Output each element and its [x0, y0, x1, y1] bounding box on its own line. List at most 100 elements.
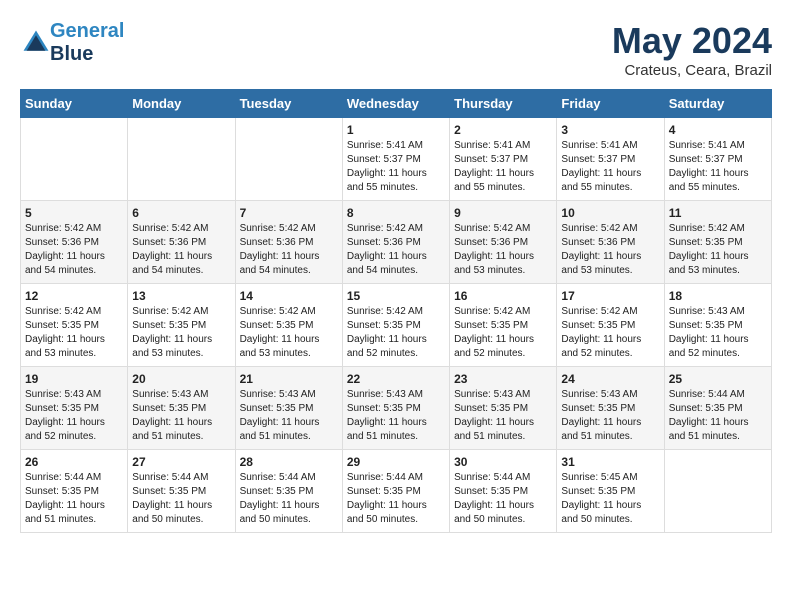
empty-cell	[21, 118, 128, 201]
calendar-week-row: 26 Sunrise: 5:44 AM Sunset: 5:35 PM Dayli…	[21, 450, 772, 533]
day-info: Sunrise: 5:43 AM Sunset: 5:35 PM Dayligh…	[561, 388, 659, 444]
calendar-day-26: 26 Sunrise: 5:44 AM Sunset: 5:35 PM Dayli…	[21, 450, 128, 533]
empty-cell	[128, 118, 235, 201]
day-info: Sunrise: 5:41 AM Sunset: 5:37 PM Dayligh…	[561, 139, 659, 195]
location: Crateus, Ceara, Brazil	[612, 62, 772, 79]
calendar-day-15: 15Sunrise: 5:42 AM Sunset: 5:35 PM Dayli…	[342, 284, 449, 367]
day-info: Sunrise: 5:41 AM Sunset: 5:37 PM Dayligh…	[454, 139, 552, 195]
logo-icon	[22, 29, 50, 57]
day-info: Sunrise: 5:42 AM Sunset: 5:36 PM Dayligh…	[561, 222, 659, 278]
title-block: May 2024 Crateus, Ceara, Brazil	[612, 20, 772, 79]
day-number: 17	[561, 289, 659, 303]
calendar-day-19: 19 Sunrise: 5:43 AM Sunset: 5:35 PM Dayli…	[21, 367, 128, 450]
calendar-table: SundayMondayTuesdayWednesdayThursdayFrid…	[20, 89, 772, 533]
day-info: Sunrise: 5:41 AM Sunset: 5:37 PM Dayligh…	[347, 139, 445, 195]
day-number: 16	[454, 289, 552, 303]
calendar-day-6: 6 Sunrise: 5:42 AM Sunset: 5:36 PM Daylig…	[128, 201, 235, 284]
calendar-day-23: 23Sunrise: 5:43 AM Sunset: 5:35 PM Dayli…	[450, 367, 557, 450]
day-number: 24	[561, 372, 659, 386]
calendar-day-9: 9 Sunrise: 5:42 AM Sunset: 5:36 PM Daylig…	[450, 201, 557, 284]
calendar-day-18: 18 Sunrise: 5:43 AM Sunset: 5:35 PM Dayli…	[664, 284, 771, 367]
day-info: Sunrise: 5:42 AM Sunset: 5:36 PM Dayligh…	[454, 222, 552, 278]
day-number: 9	[454, 206, 552, 220]
day-number: 2	[454, 123, 552, 137]
day-info: Sunrise: 5:42 AM Sunset: 5:35 PM Dayligh…	[132, 305, 230, 361]
logo: General Blue	[20, 20, 124, 66]
day-info: Sunrise: 5:44 AM Sunset: 5:35 PM Dayligh…	[132, 471, 230, 527]
calendar-day-2: 2 Sunrise: 5:41 AM Sunset: 5:37 PM Daylig…	[450, 118, 557, 201]
calendar-day-13: 13Sunrise: 5:42 AM Sunset: 5:35 PM Dayli…	[128, 284, 235, 367]
day-info: Sunrise: 5:42 AM Sunset: 5:35 PM Dayligh…	[669, 222, 767, 278]
calendar-week-row: 1 Sunrise: 5:41 AM Sunset: 5:37 PM Daylig…	[21, 118, 772, 201]
header-saturday: Saturday	[664, 90, 771, 118]
calendar-day-17: 17 Sunrise: 5:42 AM Sunset: 5:35 PM Dayli…	[557, 284, 664, 367]
day-number: 25	[669, 372, 767, 386]
day-number: 3	[561, 123, 659, 137]
day-info: Sunrise: 5:43 AM Sunset: 5:35 PM Dayligh…	[669, 305, 767, 361]
calendar-week-row: 5Sunrise: 5:42 AM Sunset: 5:36 PM Daylig…	[21, 201, 772, 284]
calendar-day-1: 1 Sunrise: 5:41 AM Sunset: 5:37 PM Daylig…	[342, 118, 449, 201]
calendar-day-16: 16 Sunrise: 5:42 AM Sunset: 5:35 PM Dayli…	[450, 284, 557, 367]
day-info: Sunrise: 5:44 AM Sunset: 5:35 PM Dayligh…	[240, 471, 338, 527]
day-number: 27	[132, 455, 230, 469]
day-number: 18	[669, 289, 767, 303]
header-wednesday: Wednesday	[342, 90, 449, 118]
calendar-day-22: 22 Sunrise: 5:43 AM Sunset: 5:35 PM Dayli…	[342, 367, 449, 450]
day-info: Sunrise: 5:43 AM Sunset: 5:35 PM Dayligh…	[25, 388, 123, 444]
day-info: Sunrise: 5:42 AM Sunset: 5:36 PM Dayligh…	[240, 222, 338, 278]
day-number: 12	[25, 289, 123, 303]
day-info: Sunrise: 5:44 AM Sunset: 5:35 PM Dayligh…	[454, 471, 552, 527]
logo-text-line2: Blue	[50, 43, 124, 66]
header-thursday: Thursday	[450, 90, 557, 118]
day-number: 22	[347, 372, 445, 386]
month-title: May 2024	[612, 20, 772, 62]
day-number: 14	[240, 289, 338, 303]
day-number: 21	[240, 372, 338, 386]
empty-cell	[235, 118, 342, 201]
day-number: 10	[561, 206, 659, 220]
calendar-day-4: 4Sunrise: 5:41 AM Sunset: 5:37 PM Daylig…	[664, 118, 771, 201]
day-info: Sunrise: 5:42 AM Sunset: 5:36 PM Dayligh…	[347, 222, 445, 278]
day-info: Sunrise: 5:45 AM Sunset: 5:35 PM Dayligh…	[561, 471, 659, 527]
day-info: Sunrise: 5:44 AM Sunset: 5:35 PM Dayligh…	[25, 471, 123, 527]
calendar-week-row: 12 Sunrise: 5:42 AM Sunset: 5:35 PM Dayli…	[21, 284, 772, 367]
day-number: 7	[240, 206, 338, 220]
calendar-day-31: 31Sunrise: 5:45 AM Sunset: 5:35 PM Dayli…	[557, 450, 664, 533]
day-number: 19	[25, 372, 123, 386]
calendar-day-3: 3 Sunrise: 5:41 AM Sunset: 5:37 PM Daylig…	[557, 118, 664, 201]
calendar-week-row: 19 Sunrise: 5:43 AM Sunset: 5:35 PM Dayli…	[21, 367, 772, 450]
day-number: 28	[240, 455, 338, 469]
day-number: 1	[347, 123, 445, 137]
day-info: Sunrise: 5:42 AM Sunset: 5:36 PM Dayligh…	[25, 222, 123, 278]
logo-text-line1: General	[50, 20, 124, 43]
day-number: 20	[132, 372, 230, 386]
day-number: 29	[347, 455, 445, 469]
calendar-day-14: 14Sunrise: 5:42 AM Sunset: 5:35 PM Dayli…	[235, 284, 342, 367]
calendar-day-25: 25Sunrise: 5:44 AM Sunset: 5:35 PM Dayli…	[664, 367, 771, 450]
calendar-day-20: 20Sunrise: 5:43 AM Sunset: 5:35 PM Dayli…	[128, 367, 235, 450]
header-friday: Friday	[557, 90, 664, 118]
day-number: 30	[454, 455, 552, 469]
header-tuesday: Tuesday	[235, 90, 342, 118]
day-number: 8	[347, 206, 445, 220]
day-number: 11	[669, 206, 767, 220]
day-number: 6	[132, 206, 230, 220]
day-number: 26	[25, 455, 123, 469]
day-info: Sunrise: 5:43 AM Sunset: 5:35 PM Dayligh…	[347, 388, 445, 444]
day-info: Sunrise: 5:42 AM Sunset: 5:35 PM Dayligh…	[454, 305, 552, 361]
calendar-day-10: 10 Sunrise: 5:42 AM Sunset: 5:36 PM Dayli…	[557, 201, 664, 284]
day-info: Sunrise: 5:42 AM Sunset: 5:35 PM Dayligh…	[347, 305, 445, 361]
calendar-day-28: 28 Sunrise: 5:44 AM Sunset: 5:35 PM Dayli…	[235, 450, 342, 533]
calendar-day-11: 11 Sunrise: 5:42 AM Sunset: 5:35 PM Dayli…	[664, 201, 771, 284]
calendar-day-30: 30 Sunrise: 5:44 AM Sunset: 5:35 PM Dayli…	[450, 450, 557, 533]
calendar-day-12: 12Sunrise: 5:42 AM Sunset: 5:35 PM Dayli…	[21, 284, 128, 367]
calendar-day-5: 5Sunrise: 5:42 AM Sunset: 5:36 PM Daylig…	[21, 201, 128, 284]
day-number: 23	[454, 372, 552, 386]
day-info: Sunrise: 5:42 AM Sunset: 5:36 PM Dayligh…	[132, 222, 230, 278]
calendar-day-7: 7 Sunrise: 5:42 AM Sunset: 5:36 PM Daylig…	[235, 201, 342, 284]
calendar-day-27: 27 Sunrise: 5:44 AM Sunset: 5:35 PM Dayli…	[128, 450, 235, 533]
day-info: Sunrise: 5:43 AM Sunset: 5:35 PM Dayligh…	[240, 388, 338, 444]
header-sunday: Sunday	[21, 90, 128, 118]
day-info: Sunrise: 5:42 AM Sunset: 5:35 PM Dayligh…	[561, 305, 659, 361]
calendar-day-24: 24 Sunrise: 5:43 AM Sunset: 5:35 PM Dayli…	[557, 367, 664, 450]
